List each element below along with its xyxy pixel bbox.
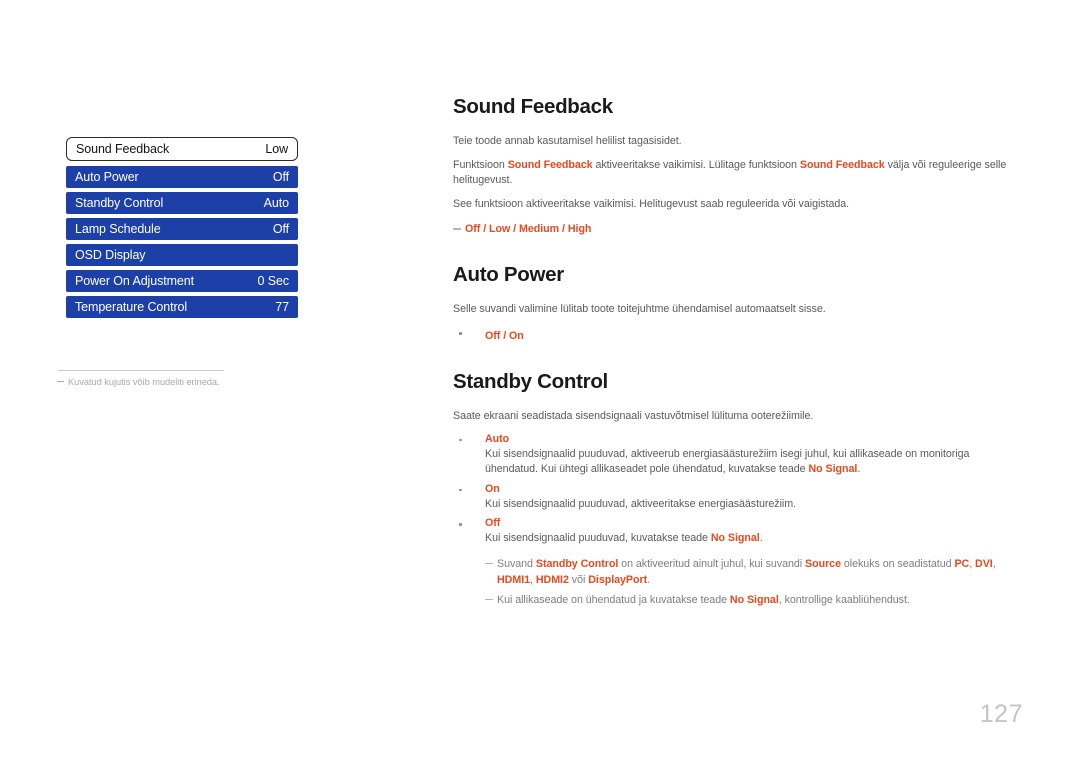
osd-row-value: 0 Sec xyxy=(257,274,290,288)
standby-control-notes: Suvand Standby Control on aktiveeritud a… xyxy=(453,556,1023,608)
highlight-term: HDMI2 xyxy=(535,573,569,586)
osd-footnote-text: Kuvatud kujutis võib mudeliti erineda. xyxy=(68,377,220,387)
text-fragment: või xyxy=(568,573,589,586)
osd-row-label: Power On Adjustment xyxy=(75,274,194,288)
text-fragment: Funktsioon xyxy=(453,158,508,171)
osd-row-label: Temperature Control xyxy=(75,300,188,314)
osd-row-value: Off xyxy=(272,170,289,184)
osd-row-temperature-control[interactable]: Temperature Control 77 xyxy=(66,296,298,318)
standby-option-label: Auto xyxy=(485,432,510,445)
standby-option-label: On xyxy=(485,482,500,495)
highlight-term: Sound Feedback xyxy=(507,158,593,171)
sound-feedback-paragraph-3: See funktsioon aktiveeritakse vaikimisi.… xyxy=(453,198,850,211)
bullet-dot-icon xyxy=(459,488,462,492)
text-fragment: on aktiveeritud ainult juhul, kui suvand… xyxy=(618,557,806,570)
osd-row-sound-feedback[interactable]: Sound Feedback Low xyxy=(66,137,298,161)
page-number: 127 xyxy=(979,700,1023,728)
text-fragment: Kui allikaseade on ühendatud ja kuvataks… xyxy=(497,593,730,606)
osd-row-label: Sound Feedback xyxy=(76,142,170,156)
text-fragment: Kui sisendsignaalid puuduvad, aktiveerub… xyxy=(485,447,970,476)
osd-row-label: Standby Control xyxy=(75,196,164,210)
bullet-dot-icon xyxy=(459,438,462,442)
highlight-term: DVI xyxy=(975,557,993,570)
text-fragment: , kontrollige kaabliühendust. xyxy=(778,593,910,606)
osd-row-value: Low xyxy=(265,142,288,156)
standby-option-label: Off xyxy=(485,517,501,530)
osd-row-power-on-adjustment[interactable]: Power On Adjustment 0 Sec xyxy=(66,270,298,292)
highlight-term: DisplayPort xyxy=(588,573,648,586)
section-title-sound-feedback: Sound Feedback xyxy=(453,95,613,118)
text-fragment: aktiveeritakse vaikimisi. Lülitage funkt… xyxy=(592,158,800,171)
standby-option-description: Kui sisendsignaalid puuduvad, aktiveerub… xyxy=(485,447,1023,478)
dash-icon xyxy=(485,598,493,601)
text-fragment: Kui sisendsignaalid puuduvad, aktiveerit… xyxy=(485,497,797,510)
highlight-term: HDMI1 xyxy=(497,573,531,586)
highlight-term: No Signal xyxy=(710,532,760,545)
auto-power-options: Off / On xyxy=(485,330,524,343)
standby-option-off: Off Kui sisendsignaalid puuduvad, kuvata… xyxy=(453,517,1023,547)
osd-row-value: Auto xyxy=(263,196,289,210)
dash-icon xyxy=(57,381,64,382)
osd-row-standby-control[interactable]: Standby Control Auto xyxy=(66,192,298,214)
text-fragment: Suvand xyxy=(497,557,536,570)
standby-option-description: Kui sisendsignaalid puuduvad, aktiveerit… xyxy=(485,497,1023,513)
osd-row-lamp-schedule[interactable]: Lamp Schedule Off xyxy=(66,218,298,240)
standby-option-on: On Kui sisendsignaalid puuduvad, aktivee… xyxy=(453,483,1023,513)
sound-feedback-paragraph-1: Teie toode annab kasutamisel helilist ta… xyxy=(453,134,682,147)
sound-feedback-options: Off / Low / Medium / High xyxy=(465,223,592,236)
main-content: Sound Feedback Teie toode annab kasutami… xyxy=(453,95,1023,612)
standby-control-note-1: Suvand Standby Control on aktiveeritud a… xyxy=(485,556,1023,588)
highlight-term: No Signal xyxy=(729,593,779,606)
highlight-term: Standby Control xyxy=(535,557,619,570)
standby-control-note-2: Kui allikaseade on ühendatud ja kuvataks… xyxy=(485,592,1023,608)
text-fragment: , xyxy=(992,557,996,570)
highlight-term: PC xyxy=(954,557,970,570)
osd-menu-mockup: Sound Feedback Low Auto Power Off Standb… xyxy=(66,137,298,322)
standby-control-paragraph-1: Saate ekraani seadistada sisendsignaali … xyxy=(453,409,814,422)
section-title-standby-control: Standby Control xyxy=(453,370,608,394)
osd-row-value: 77 xyxy=(275,300,289,314)
highlight-term: Sound Feedback xyxy=(799,158,885,171)
osd-row-label: Lamp Schedule xyxy=(75,222,161,236)
auto-power-paragraph-1: Selle suvandi valimine lülitab toote toi… xyxy=(453,302,826,315)
osd-row-label: OSD Display xyxy=(75,248,146,262)
auto-power-options-bullet: Off / On xyxy=(453,326,1023,344)
osd-footnote-divider xyxy=(58,370,224,371)
bullet-dot-icon xyxy=(459,523,462,526)
osd-footnote: Kuvatud kujutis võib mudeliti erineda. xyxy=(57,377,317,387)
sound-feedback-paragraph-2: Funktsioon Sound Feedback aktiveeritakse… xyxy=(453,158,1023,188)
text-fragment: Kui sisendsignaalid puuduvad, kuvatakse … xyxy=(485,532,711,545)
osd-row-osd-display[interactable]: OSD Display xyxy=(66,244,298,266)
osd-row-value: Off xyxy=(272,222,289,236)
text-fragment: . xyxy=(759,532,763,545)
standby-option-auto: Auto Kui sisendsignaalid puuduvad, aktiv… xyxy=(453,433,1023,478)
dash-icon xyxy=(453,228,461,230)
text-fragment: . xyxy=(647,573,650,586)
osd-row-label: Auto Power xyxy=(75,170,139,184)
standby-option-description: Kui sisendsignaalid puuduvad, kuvatakse … xyxy=(485,531,1023,547)
text-fragment: . xyxy=(857,463,861,476)
sound-feedback-options-note: Off / Low / Medium / High xyxy=(453,221,1023,237)
dash-icon xyxy=(485,562,493,565)
highlight-term: No Signal xyxy=(808,463,858,476)
highlight-term: Source xyxy=(805,557,841,570)
osd-row-auto-power[interactable]: Auto Power Off xyxy=(66,166,298,188)
section-title-auto-power: Auto Power xyxy=(453,263,564,287)
bullet-dot-icon xyxy=(459,332,462,335)
text-fragment: olekuks on seadistatud xyxy=(840,557,955,570)
